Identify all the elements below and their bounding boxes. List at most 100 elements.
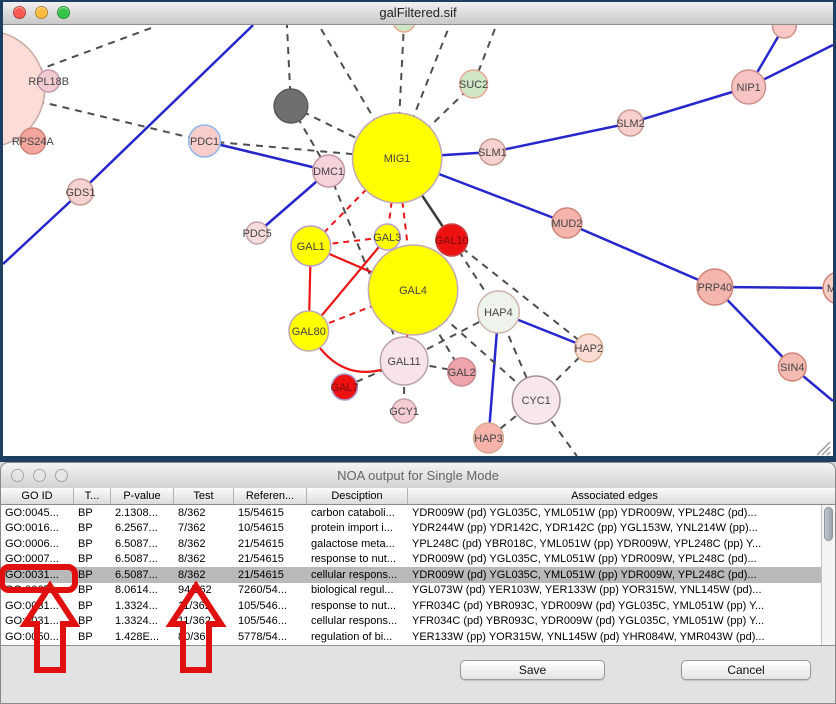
cell-type: BP [74,507,111,519]
table-row[interactable]: GO:0006...BP6.5087...8/36221/54615galact… [1,536,821,552]
save-button[interactable]: Save [460,660,605,680]
close-button[interactable] [11,469,24,482]
cell-associated_edges: YDR009W (pd) YGL035C, YML051W (pp) YDR00… [408,569,821,581]
scrollbar-thumb[interactable] [824,507,833,541]
table-row[interactable]: GO:0031...BP1.3324...11/362105/546...res… [1,598,821,614]
node-label-hap2: HAP2 [575,343,604,355]
edge-blue[interactable] [80,25,253,192]
node-label-suc2: SUC2 [459,79,488,91]
column-header-type[interactable]: T... [74,488,111,504]
cell-p_value: 6.5087... [111,553,174,565]
node-label-gcy1: GCY1 [389,406,419,418]
edge-blue[interactable] [205,141,329,171]
cell-associated_edges: YER133W (pp) YOR315W, YNL145W (pd) YHR08… [408,631,821,643]
cell-p_value: 2.1308... [111,507,174,519]
edge-dashed[interactable] [452,240,589,348]
node-label-gds1: GDS1 [66,187,96,199]
column-header-associated_edges[interactable]: Associated edges [408,488,821,504]
node-label-slm2: SLM2 [616,118,645,130]
cell-reference: 21/54615 [234,569,307,581]
cell-go_id: GO:0006... [1,538,74,550]
cell-p_value: 6.2567... [111,522,174,534]
column-header-go_id[interactable]: GO ID [1,488,74,504]
table-row[interactable]: GO:0007...BP6.5087...8/36221/54615respon… [1,552,821,568]
table-row[interactable]: GO:0031...BP1.3324...11/362105/546...cel… [1,614,821,630]
zoom-button[interactable] [57,6,70,19]
noa-window: NOA output for Single Mode GO IDT...P-va… [0,462,836,704]
cell-reference: 21/54615 [234,553,307,565]
minimize-button[interactable] [33,469,46,482]
cell-reference: 5778/54... [234,631,307,643]
table-row[interactable]: GO:0031...BP6.5087...8/36221/54615cellul… [1,567,821,583]
column-header-test[interactable]: Test [174,488,234,504]
cell-go_id: GO:0007... [1,553,74,565]
node-topgreen[interactable] [393,25,415,32]
close-button[interactable] [13,6,26,19]
cell-go_id: GO:0065... [1,584,74,596]
minimize-button[interactable] [35,6,48,19]
node-label-slm1: SLM1 [478,147,507,159]
network-canvas[interactable]: RPL18BRPS24AGDS1PDC1MIG1DMC1SUC2SLM1SLM2… [3,25,833,456]
cell-description: cellular respons... [307,569,408,581]
cell-description: protein import i... [307,522,408,534]
node-toppink[interactable] [772,25,796,38]
table-row[interactable]: GO:0050...BP1.428E...80/3625778/54...reg… [1,629,821,645]
cell-description: response to nut... [307,600,408,612]
cell-reference: 105/546... [234,600,307,612]
edge-blue[interactable] [3,192,80,264]
results-table: GO IDT...P-valueTestReferen...Desciption… [1,488,835,646]
table-row[interactable]: GO:0045...BP2.1308...8/36215/54615carbon… [1,505,821,521]
edge-blue[interactable] [492,123,630,152]
column-header-description[interactable]: Desciption [307,488,408,504]
node-label-pdc5: PDC5 [243,228,272,240]
edge-blue[interactable] [567,223,715,287]
table-row[interactable]: GO:0065...BP8.0614...94/3627260/54...bio… [1,583,821,599]
network-window-title: galFiltered.sif [379,5,456,20]
node-darknode[interactable] [274,89,308,123]
cell-type: BP [74,600,111,612]
window-controls [11,469,68,482]
node-label-mud2: MUD2 [551,218,582,230]
cancel-button[interactable]: Cancel [681,660,811,680]
resize-handle[interactable] [817,442,830,455]
cell-reference: 105/546... [234,615,307,627]
column-header-p_value[interactable]: P-value [111,488,174,504]
edge-blue[interactable] [630,87,748,123]
table-scrollbar[interactable] [821,505,835,645]
cell-associated_edges: YFR034C (pd) YBR093C, YDR009W (pd) YGL03… [408,615,821,627]
cell-type: BP [74,569,111,581]
network-titlebar[interactable]: galFiltered.sif [3,2,833,25]
node-label-gal3: GAL3 [373,232,401,244]
node-label-gal80: GAL80 [292,326,326,338]
cell-associated_edges: YPL248C (pd) YBR018C, YML051W (pp) YDR00… [408,538,821,550]
cell-test: 7/362 [174,522,234,534]
cell-test: 8/362 [174,569,234,581]
table-body: GO:0045...BP2.1308...8/36215/54615carbon… [1,505,821,645]
edges-layer [3,25,833,456]
cell-description: cellular respons... [307,615,408,627]
noa-titlebar[interactable]: NOA output for Single Mode [1,463,835,489]
cell-test: 94/362 [174,584,234,596]
cell-type: BP [74,584,111,596]
cell-description: carbon cataboli... [307,507,408,519]
column-header-reference[interactable]: Referen... [234,488,307,504]
node-label-nip1: NIP1 [736,82,760,94]
node-label-rpl18b: RPL18B [28,76,69,88]
window-controls [13,6,70,19]
cell-reference: 15/54615 [234,507,307,519]
table-row[interactable]: GO:0016...BP6.2567...7/36210/54615protei… [1,521,821,537]
node-label-msn: MSN [827,283,833,295]
cell-associated_edges: YDR244W (pp) YDR142C, YDR142C (pp) YGL15… [408,522,821,534]
cell-type: BP [74,615,111,627]
node-label-mig1: MIG1 [384,153,411,165]
cell-description: galactose meta... [307,538,408,550]
cell-reference: 7260/54... [234,584,307,596]
cell-go_id: GO:0045... [1,507,74,519]
cell-test: 80/362 [174,631,234,643]
noa-window-title: NOA output for Single Mode [337,468,499,483]
node-label-gal10: GAL10 [435,235,469,247]
cell-p_value: 6.5087... [111,538,174,550]
cell-description: biological regul... [307,584,408,596]
cell-go_id: GO:0031... [1,600,74,612]
zoom-button[interactable] [55,469,68,482]
